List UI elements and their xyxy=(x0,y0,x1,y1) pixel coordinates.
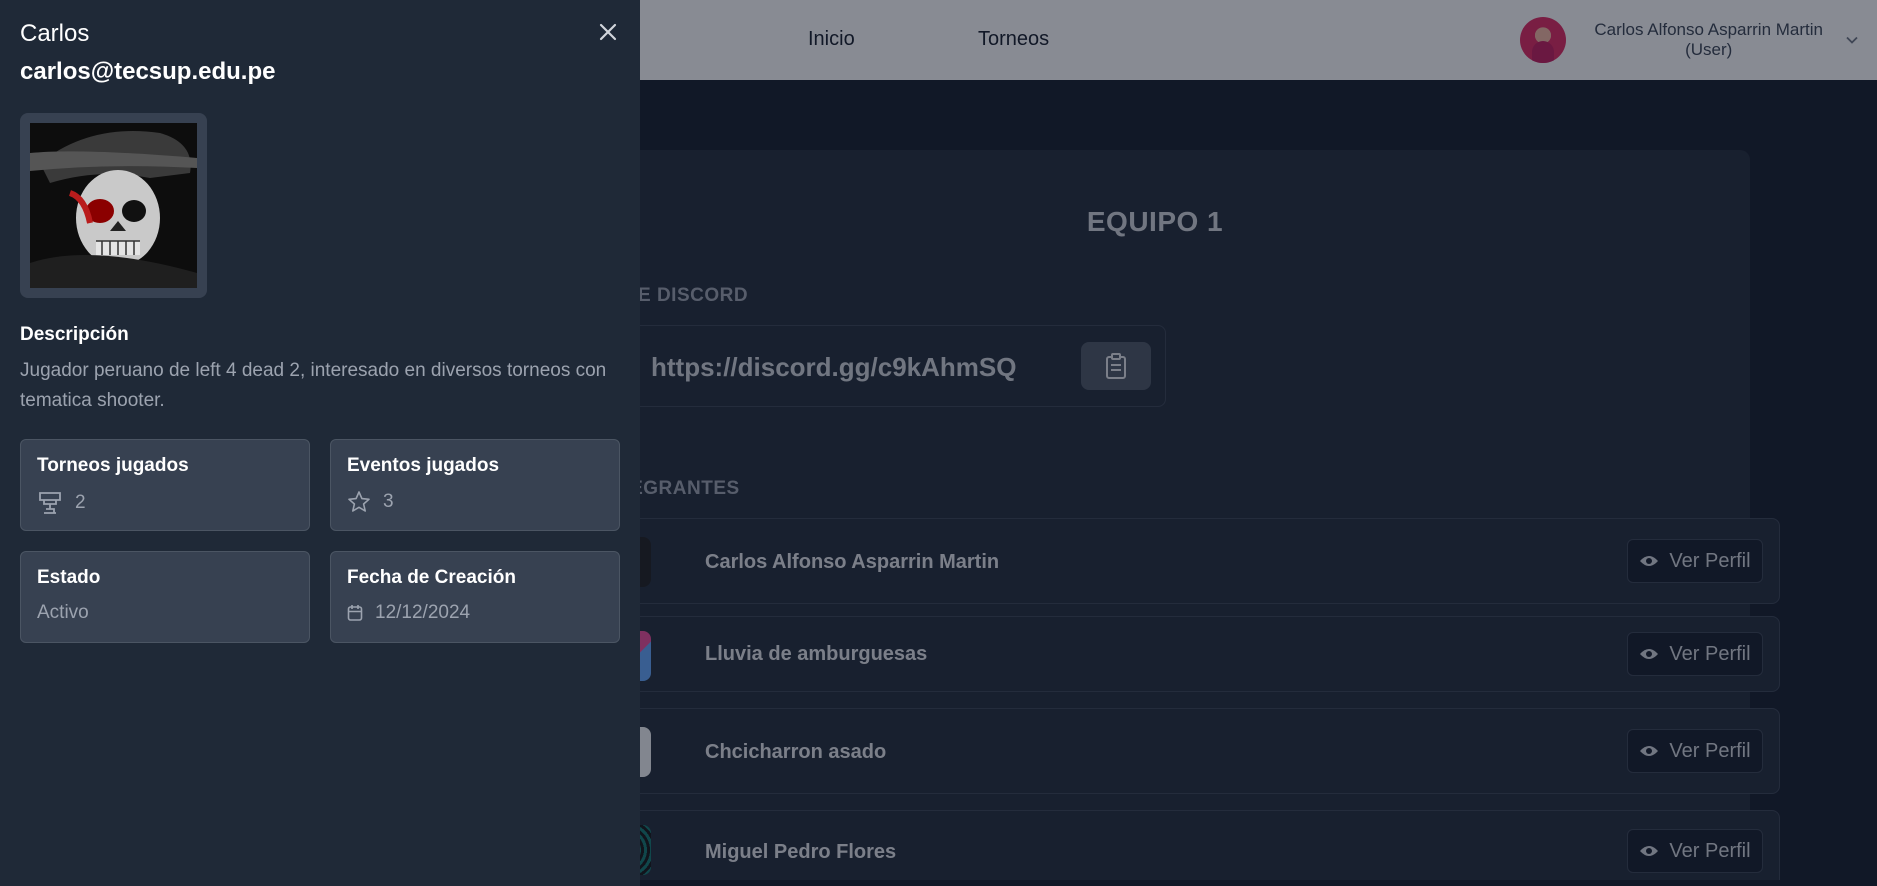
stat-value-row: 2 xyxy=(37,490,86,516)
description-heading: Descripción xyxy=(20,324,129,345)
close-icon xyxy=(599,23,617,41)
description-text: Jugador peruano de left 4 dead 2, intere… xyxy=(20,360,607,411)
stat-value-row: Activo xyxy=(37,602,89,624)
profile-drawer: Carlos carlos@tecsup.edu.pe Descripción xyxy=(0,0,640,886)
profile-email: carlos@tecsup.edu.pe xyxy=(20,58,276,85)
stat-title: Fecha de Creación xyxy=(347,567,516,588)
stat-value: Activo xyxy=(37,602,89,623)
profile-name: Carlos xyxy=(20,20,90,47)
stat-value: 2 xyxy=(75,492,86,513)
stat-card-tournaments: Torneos jugados 2 xyxy=(20,439,310,531)
star-icon xyxy=(347,490,371,514)
stat-value: 3 xyxy=(383,491,394,512)
profile-picture xyxy=(30,123,197,288)
stat-value-row: 3 xyxy=(347,490,394,514)
stat-title: Torneos jugados xyxy=(37,455,189,476)
stat-value-row: 12/12/2024 xyxy=(347,602,470,624)
skull-avatar-image xyxy=(30,123,197,288)
calendar-icon xyxy=(347,604,363,622)
profile-picture-frame xyxy=(20,113,207,298)
stat-title: Estado xyxy=(37,567,101,588)
stat-card-events: Eventos jugados 3 xyxy=(330,439,620,531)
close-button[interactable] xyxy=(596,20,620,44)
stat-card-created: Fecha de Creación 12/12/2024 xyxy=(330,551,620,643)
trophy-icon xyxy=(37,490,63,516)
stat-title: Eventos jugados xyxy=(347,455,500,476)
stat-value: 12/12/2024 xyxy=(375,602,471,623)
stat-card-status: Estado Activo xyxy=(20,551,310,643)
